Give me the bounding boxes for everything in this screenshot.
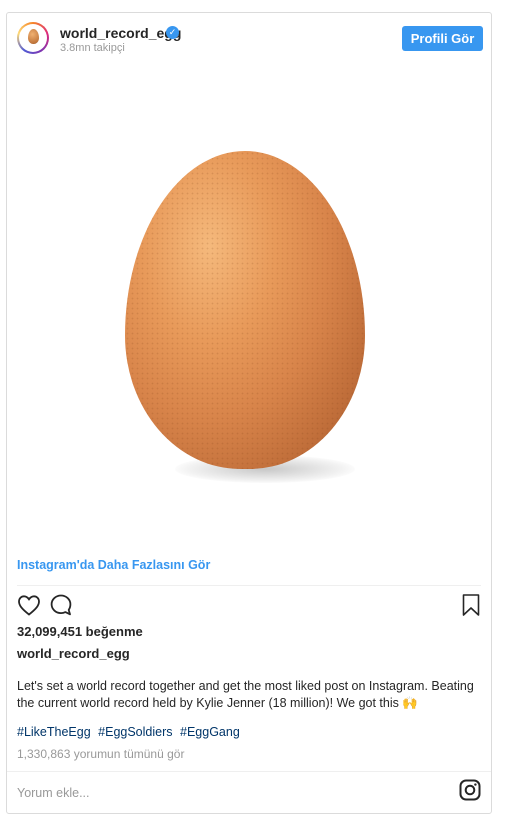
caption-text: Let's set a world record together and ge… [17, 679, 474, 710]
hashtag-link[interactable]: #EggGang [180, 725, 240, 739]
avatar-image [19, 24, 47, 52]
divider [17, 585, 481, 586]
post-card: world_record_egg ✓ 3.8mn takipçi Profili… [6, 12, 492, 814]
post-header: world_record_egg ✓ 3.8mn takipçi Profili… [7, 13, 491, 63]
comment-input[interactable] [17, 783, 437, 803]
action-bar [7, 591, 491, 621]
hashtag-link[interactable]: #EggSoldiers [98, 725, 172, 739]
avatar[interactable] [17, 22, 49, 54]
egg-image [125, 151, 365, 469]
egg-avatar-icon [28, 29, 39, 44]
instagram-icon[interactable] [459, 779, 481, 801]
caption-username[interactable]: world_record_egg [17, 646, 130, 661]
comment-icon[interactable] [47, 591, 75, 619]
divider [7, 771, 491, 772]
username-link[interactable]: world_record_egg [60, 25, 181, 41]
follower-count: 3.8mn takipçi [60, 42, 125, 54]
view-all-comments-link[interactable]: 1,330,863 yorumun tümünü gör [17, 747, 184, 761]
like-count[interactable]: 32,099,451 beğenme [17, 624, 143, 639]
post-image[interactable] [7, 63, 491, 547]
hashtag-list: #LikeTheEgg #EggSoldiers #EggGang [17, 725, 244, 739]
verified-badge-icon: ✓ [166, 26, 179, 39]
hashtag-link[interactable]: #LikeTheEgg [17, 725, 91, 739]
bookmark-icon[interactable] [457, 591, 485, 619]
view-profile-button[interactable]: Profili Gör [402, 26, 483, 51]
heart-icon[interactable] [15, 591, 43, 619]
view-more-link[interactable]: Instagram'da Daha Fazlasını Gör [17, 558, 210, 572]
